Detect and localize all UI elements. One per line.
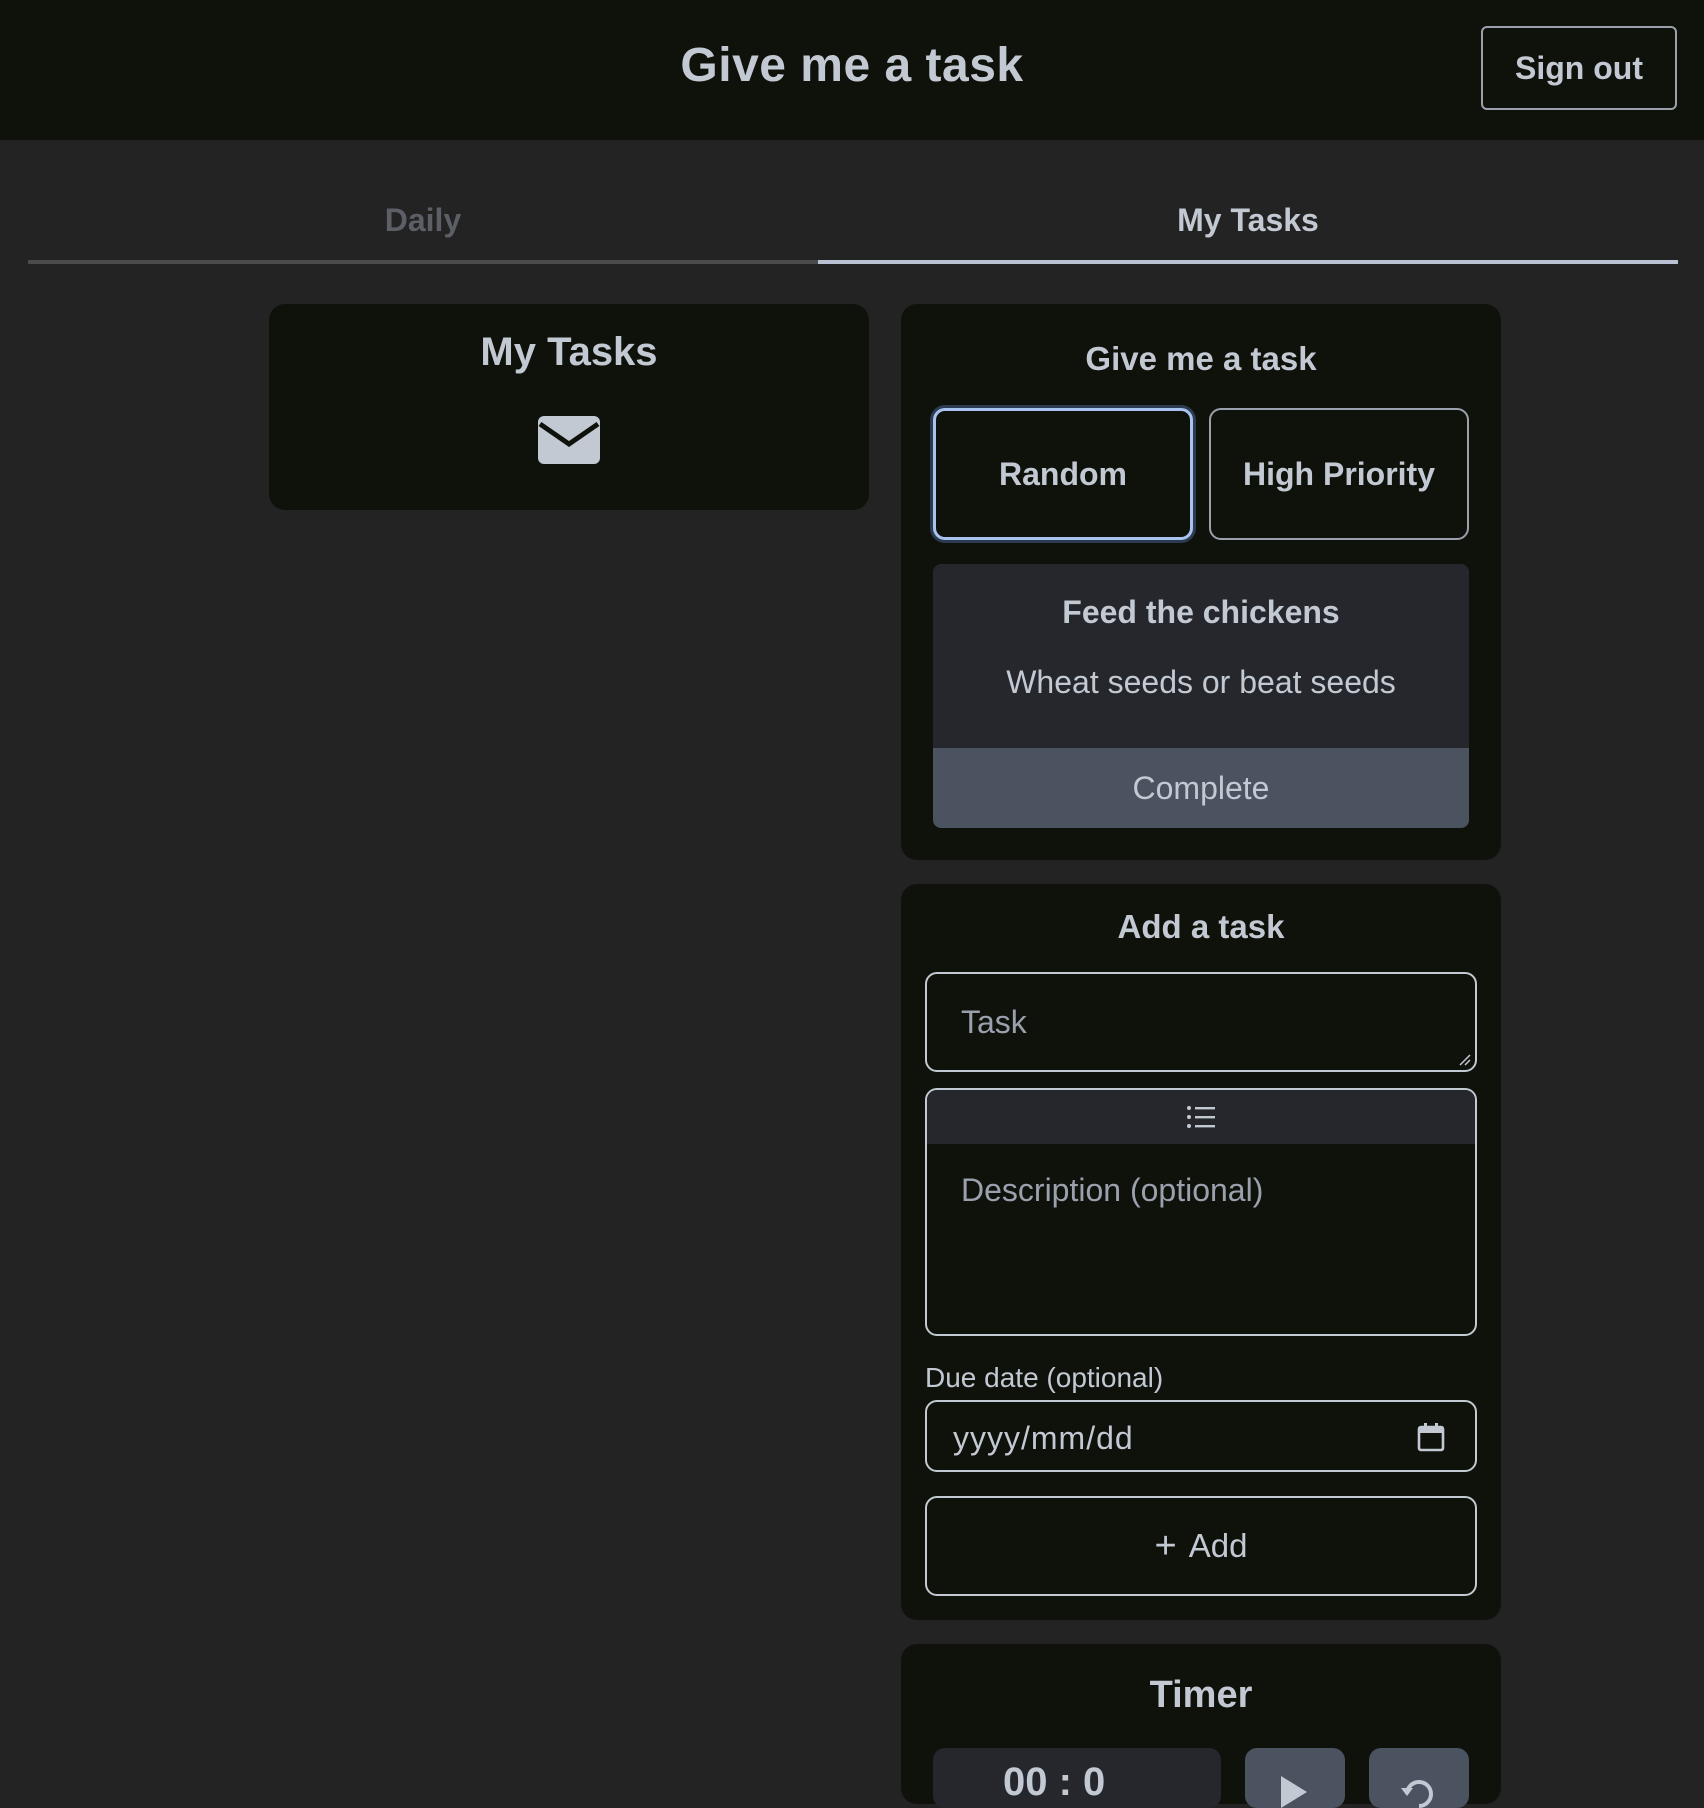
timer-reset-button[interactable]	[1369, 1748, 1469, 1808]
complete-button[interactable]: Complete	[933, 748, 1469, 828]
envelope-icon[interactable]	[538, 416, 600, 464]
play-icon	[1281, 1776, 1307, 1808]
plus-icon: +	[1154, 1525, 1177, 1567]
task-input[interactable]: Task	[925, 972, 1477, 1072]
description-editor[interactable]: Description (optional)	[925, 1088, 1477, 1336]
add-button-label: Add	[1188, 1527, 1248, 1564]
task-description: Wheat seeds or beat seeds	[1006, 664, 1396, 700]
current-task-panel: Feed the chickens Wheat seeds or beat se…	[933, 564, 1469, 828]
resize-handle-icon[interactable]	[1457, 1052, 1471, 1066]
due-date-label: Due date (optional)	[925, 1362, 1164, 1393]
add-task-button[interactable]: + Add	[925, 1496, 1477, 1596]
top-bar: Give me a task Sign out	[0, 0, 1704, 140]
my-tasks-title: My Tasks	[480, 330, 658, 374]
tab-daily[interactable]: Daily	[28, 180, 818, 264]
tab-my-tasks[interactable]: My Tasks	[818, 180, 1678, 264]
due-date-placeholder: yyyy/mm/dd	[953, 1420, 1134, 1456]
high-priority-button[interactable]: High Priority	[1209, 408, 1469, 540]
add-task-title: Add a task	[1117, 908, 1285, 945]
calendar-icon[interactable]	[1417, 1422, 1445, 1452]
editor-toolbar	[927, 1090, 1475, 1144]
timer-play-button[interactable]	[1245, 1748, 1345, 1808]
task-name: Feed the chickens	[1062, 594, 1340, 630]
timer-display: 00 : 0	[933, 1748, 1221, 1808]
list-icon[interactable]	[1186, 1104, 1216, 1130]
due-date-input[interactable]: yyyy/mm/dd	[925, 1400, 1477, 1472]
my-tasks-card: My Tasks	[269, 304, 869, 510]
description-placeholder: Description (optional)	[961, 1172, 1264, 1208]
tab-bar: Daily My Tasks	[28, 180, 1678, 264]
give-task-title: Give me a task	[1085, 340, 1317, 377]
random-button[interactable]: Random	[933, 408, 1193, 540]
sign-out-button[interactable]: Sign out	[1481, 26, 1677, 110]
timer-title: Timer	[1149, 1674, 1253, 1716]
app-title: Give me a task	[680, 39, 1024, 92]
reset-icon	[1401, 1780, 1433, 1808]
